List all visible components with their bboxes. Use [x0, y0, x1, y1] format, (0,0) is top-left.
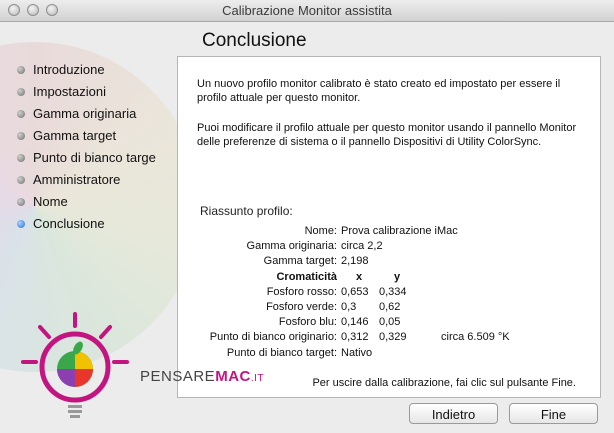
step-label: Nome	[33, 194, 68, 209]
minimize-window-button[interactable]	[27, 4, 39, 16]
name-value: Prova calibrazione iMac	[341, 225, 458, 237]
step-label: Gamma originaria	[33, 106, 137, 121]
intro-paragraph-1: Un nuovo profilo monitor calibrato è sta…	[197, 78, 561, 104]
step-label: Amministratore	[33, 172, 121, 187]
brand-part-2: MAC	[215, 368, 251, 385]
step-bullet-icon	[17, 88, 25, 96]
summary-row-gamma-orig: Gamma originaria: circa 2,2	[178, 239, 602, 253]
step-bullet-icon	[17, 110, 25, 118]
step-nome: Nome	[14, 191, 156, 213]
green-y-value: 0,62	[379, 301, 401, 313]
assistant-content: Conclusione Introduzione Impostazioni Ga…	[0, 22, 614, 433]
gamma-orig-label: Gamma originaria:	[246, 240, 337, 252]
step-punto-di-bianco-target: Punto di bianco targe	[14, 147, 156, 169]
blue-y-value: 0,05	[379, 316, 401, 328]
gamma-target-label: Gamma target:	[263, 255, 337, 267]
pensaremac-wordmark: PENSAREMAC.IT	[140, 368, 264, 385]
zoom-window-button[interactable]	[46, 4, 58, 16]
green-phosphor-label: Fosforo verde:	[266, 301, 337, 313]
done-button[interactable]: Fine	[509, 403, 598, 424]
step-bullet-icon	[17, 66, 25, 74]
white-point-orig-y: 0,329	[379, 331, 407, 343]
summary-row-white-point-original: Punto di bianco originario: 0,312 0,329 …	[178, 330, 602, 344]
pensaremac-logo	[21, 312, 129, 418]
column-x-header: x	[356, 271, 363, 283]
green-x-value: 0,3	[341, 301, 357, 313]
column-y-header: y	[394, 271, 401, 283]
step-bullet-icon	[17, 154, 25, 162]
exit-instructions: Per uscire dalla calibrazione, fai clic …	[312, 377, 576, 389]
gamma-target-value: 2,198	[341, 255, 369, 267]
chromaticity-label: Cromaticità	[276, 271, 337, 283]
step-bullet-icon	[17, 132, 25, 140]
step-label: Punto di bianco targe	[33, 150, 156, 165]
summary-row-white-point-target: Punto di bianco target: Nativo	[178, 346, 602, 360]
white-point-target-value: Nativo	[341, 347, 373, 359]
summary-row-blue: Fosforo blu: 0,146 0,05	[178, 315, 602, 329]
intro-paragraph-2: Puoi modificare il profilo attuale per q…	[197, 122, 577, 148]
brand-part-3: .IT	[250, 373, 265, 384]
step-label: Impostazioni	[33, 84, 106, 99]
red-x-value: 0,653	[341, 286, 369, 298]
summary-row-gamma-target: Gamma target: 2,198	[178, 254, 602, 268]
step-label: Introduzione	[33, 62, 105, 77]
gamma-orig-value: circa 2,2	[341, 240, 383, 252]
summary-row-red: Fosforo rosso: 0,653 0,334	[178, 285, 602, 299]
white-point-orig-x: 0,312	[341, 331, 369, 343]
title-bar: Calibrazione Monitor assistita	[0, 0, 614, 22]
red-phosphor-label: Fosforo rosso:	[266, 286, 337, 298]
step-label: Conclusione	[33, 216, 105, 231]
step-amministratore: Amministratore	[14, 169, 156, 191]
brand-part-1: PENSARE	[140, 368, 216, 385]
close-window-button[interactable]	[8, 4, 20, 16]
step-label: Gamma target	[33, 128, 117, 143]
page-title: Conclusione	[202, 30, 307, 51]
white-point-orig-label: Punto di bianco originario:	[209, 331, 337, 343]
blue-phosphor-label: Fosforo blu:	[278, 316, 337, 328]
summary-row-name: Nome: Prova calibrazione iMac	[178, 224, 602, 238]
summary-row-green: Fosforo verde: 0,3 0,62	[178, 300, 602, 314]
window-title: Calibrazione Monitor assistita	[222, 3, 392, 18]
step-bullet-icon	[17, 176, 25, 184]
white-point-orig-temperature: circa 6.509 °K	[441, 331, 510, 343]
steps-list: Introduzione Impostazioni Gamma originar…	[14, 59, 156, 235]
step-introduzione: Introduzione	[14, 59, 156, 81]
step-active-bullet-icon	[17, 220, 25, 228]
step-gamma-originaria: Gamma originaria	[14, 103, 156, 125]
summary-row-chromaticity-header: Cromaticità x y	[178, 270, 602, 284]
blue-x-value: 0,146	[341, 316, 369, 328]
step-gamma-target: Gamma target	[14, 125, 156, 147]
summary-title: Riassunto profilo:	[200, 204, 293, 218]
step-impostazioni: Impostazioni	[14, 81, 156, 103]
step-bullet-icon	[17, 198, 25, 206]
white-point-target-label: Punto di bianco target:	[226, 347, 337, 359]
back-button[interactable]: Indietro	[409, 403, 498, 424]
red-y-value: 0,334	[379, 286, 407, 298]
name-label: Nome:	[304, 225, 337, 237]
step-conclusione: Conclusione	[14, 213, 156, 235]
conclusion-panel: Un nuovo profilo monitor calibrato è sta…	[177, 56, 601, 398]
